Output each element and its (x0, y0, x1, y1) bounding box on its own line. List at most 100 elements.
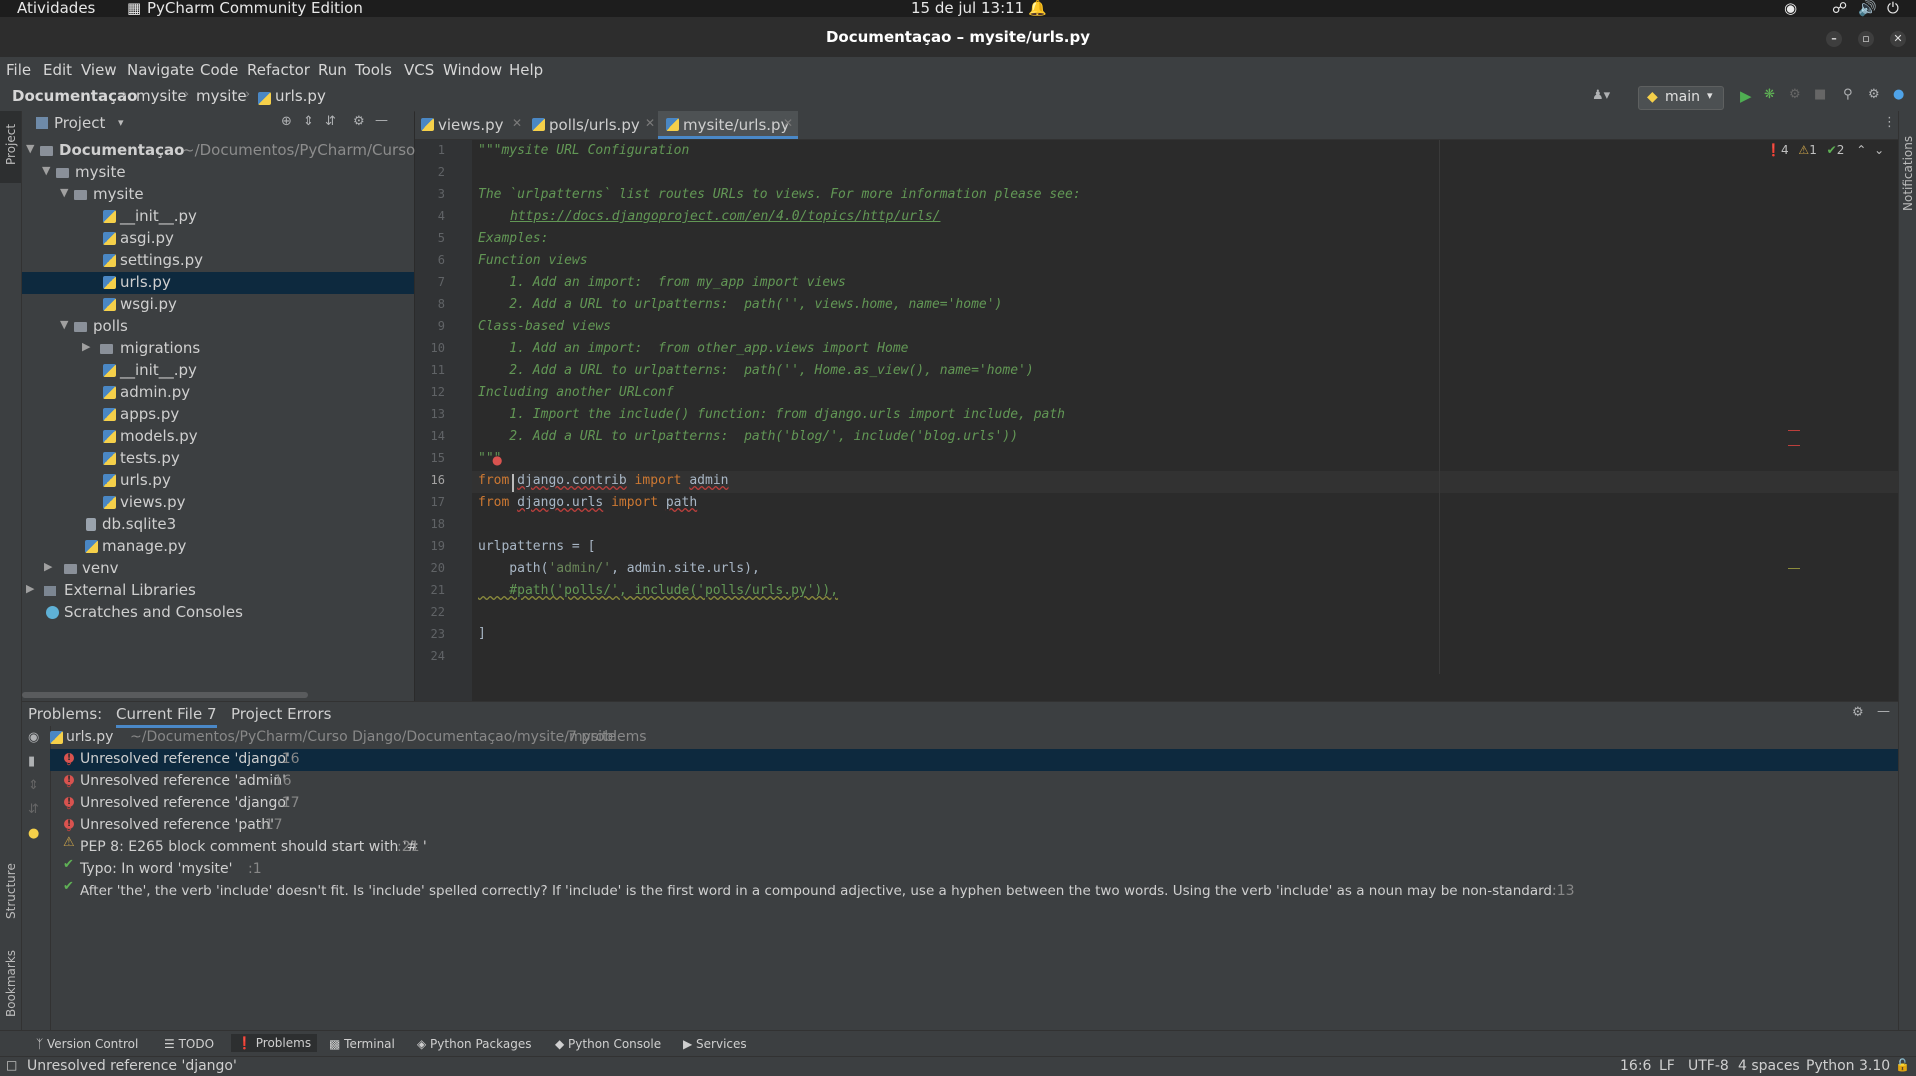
locate-icon[interactable]: ⊕ (281, 114, 292, 129)
tool-version-control[interactable]: ᛉ Version Control (36, 1037, 138, 1051)
tab-views[interactable]: views.py ✕ (421, 111, 522, 138)
chevron-down-icon[interactable]: ⌄ (1874, 143, 1884, 157)
search-icon[interactable]: ⚲ (1843, 87, 1853, 102)
problem-item[interactable]: ! Unresolved reference 'admin' :16 (50, 771, 1898, 793)
warning-stripe[interactable] (1788, 568, 1800, 569)
close-tab-icon[interactable]: ✕ (512, 116, 522, 130)
chevron-right-icon[interactable]: ▶ (82, 340, 90, 353)
tree-item-file[interactable]: settings.py (22, 250, 414, 272)
debug-icon[interactable]: ❋ (1764, 87, 1775, 102)
tool-python-packages[interactable]: ◈ Python Packages (417, 1037, 531, 1051)
error-stripe[interactable] (1788, 445, 1800, 446)
inspection-widget[interactable]: ❗4 ⚠1 ✔2 ⌃ ⌄ (1766, 143, 1884, 157)
close-button[interactable]: ✕ (1890, 31, 1906, 47)
bookmarks-tool-label[interactable]: Bookmarks (4, 950, 18, 1017)
power-icon[interactable]: ⏻ (1887, 0, 1899, 17)
gear-icon[interactable]: ⚙ (353, 114, 365, 129)
tree-item-file[interactable]: admin.py (22, 382, 414, 404)
network-icon[interactable]: ☍ (1832, 0, 1847, 17)
docs-link[interactable]: https://docs.djangoproject.com/en/4.0/to… (510, 209, 940, 224)
caret-position[interactable]: 16:6 (1620, 1058, 1651, 1074)
tree-item-folder[interactable]: ▼ mysite (22, 184, 414, 206)
close-tab-icon[interactable]: ✕ (783, 116, 793, 130)
menu-refactor[interactable]: Refactor (247, 61, 310, 79)
run-configuration-select[interactable]: ◆ main ▾ (1638, 86, 1724, 110)
preview-icon[interactable]: ▮ (28, 754, 35, 769)
hide-icon[interactable]: — (375, 113, 388, 128)
problem-item[interactable]: ✔ After 'the', the verb 'include' doesn'… (50, 880, 1898, 903)
tool-problems[interactable]: ❗ Problems (231, 1034, 318, 1052)
tree-item-folder[interactable]: ▼ mysite (22, 162, 414, 184)
minimize-button[interactable]: – (1826, 31, 1842, 47)
tree-item-file[interactable]: manage.py (22, 536, 414, 558)
error-stripe[interactable] (1788, 430, 1800, 431)
collapse-icon[interactable]: ⇵ (28, 802, 39, 817)
menu-edit[interactable]: Edit (43, 61, 72, 79)
chevron-down-icon[interactable]: ▼ (42, 164, 50, 177)
breadcrumb-file[interactable]: urls.py (275, 87, 326, 105)
lock-icon[interactable]: 🔓 (1895, 1058, 1910, 1072)
discord-icon[interactable]: ◉ (1784, 0, 1797, 17)
volume-icon[interactable]: 🔊 (1858, 0, 1877, 17)
tree-item-file[interactable]: asgi.py (22, 228, 414, 250)
menu-code[interactable]: Code (200, 61, 238, 79)
more-icon[interactable]: ⋮ (1883, 115, 1896, 130)
tab-polls-urls[interactable]: polls/urls.py ✕ (532, 111, 659, 138)
horizontal-scrollbar[interactable] (22, 692, 308, 698)
close-tab-icon[interactable]: ✕ (645, 116, 655, 130)
tree-item-folder[interactable]: ▼ polls (22, 316, 414, 338)
collapse-all-icon[interactable]: ⇵ (325, 114, 336, 129)
chevron-right-icon[interactable]: ▶ (26, 582, 34, 595)
run-icon[interactable]: ▶ (1740, 87, 1752, 105)
problem-item[interactable]: ! Unresolved reference 'django' :16 (50, 749, 1898, 771)
project-view-select[interactable]: Project (54, 114, 105, 132)
breadcrumb-subfolder[interactable]: mysite (196, 87, 247, 105)
tree-item-scratches[interactable]: Scratches and Consoles (22, 602, 414, 624)
app-menu[interactable]: PyCharm Community Edition (147, 0, 363, 17)
menu-run[interactable]: Run (318, 61, 347, 79)
tree-item-file[interactable]: models.py (22, 426, 414, 448)
tree-item-file[interactable]: tests.py (22, 448, 414, 470)
coverage-icon[interactable]: ⚙ (1789, 87, 1801, 102)
status-toggle-icon[interactable]: □ (6, 1058, 17, 1072)
project-tool-label[interactable]: Project (4, 124, 18, 165)
gear-icon[interactable]: ⚙ (1852, 705, 1864, 720)
indent-setting[interactable]: 4 spaces (1738, 1058, 1800, 1074)
clock[interactable]: 15 de jul 13:11 (911, 0, 1024, 17)
eye-icon[interactable]: ◉ (28, 730, 39, 745)
expand-all-icon[interactable]: ⇕ (303, 114, 314, 129)
tree-item-root[interactable]: ▼ Documentaçao ~/Documentos/PyCharm/Curs… (22, 140, 436, 162)
menu-file[interactable]: File (6, 61, 31, 79)
python-interpreter[interactable]: Python 3.10 (1806, 1058, 1890, 1074)
tool-python-console[interactable]: ◆ Python Console (555, 1037, 661, 1051)
breadcrumb-folder[interactable]: mysite (136, 87, 187, 105)
tree-item-file[interactable]: views.py (22, 492, 414, 514)
notifications-tool-label[interactable]: Notifications (1901, 136, 1915, 211)
gear-icon[interactable]: ⚙ (1868, 87, 1880, 102)
error-bulb-icon[interactable]: ● (492, 453, 502, 467)
expand-icon[interactable]: ⇕ (28, 778, 39, 793)
stop-icon[interactable]: ■ (1814, 87, 1826, 102)
chevron-down-icon[interactable]: ▾ (118, 116, 124, 129)
problem-item[interactable]: ! Unresolved reference 'path' :17 (50, 815, 1898, 837)
chevron-right-icon[interactable]: ▶ (44, 560, 52, 573)
activities-button[interactable]: Atividades (17, 0, 95, 17)
tree-item-file[interactable]: urls.py (22, 470, 414, 492)
line-separator[interactable]: LF (1659, 1058, 1675, 1074)
menu-view[interactable]: View (81, 61, 117, 79)
menu-help[interactable]: Help (509, 61, 543, 79)
jetbrains-icon[interactable]: ● (1893, 87, 1904, 102)
tab-current-file[interactable]: Current File 7 (116, 705, 217, 728)
chevron-down-icon[interactable]: ▼ (60, 318, 68, 331)
code-editor[interactable]: """mysite URL Configuration The `urlpatt… (472, 140, 1898, 701)
breadcrumb-project[interactable]: Documentaçao (12, 87, 137, 105)
problem-item[interactable]: ✔ Typo: In word 'mysite' :1 (50, 858, 1898, 881)
tree-item-file[interactable]: apps.py (22, 404, 414, 426)
tool-terminal[interactable]: ▩ Terminal (329, 1037, 395, 1051)
tool-services[interactable]: ▶ Services (683, 1037, 747, 1051)
problem-item[interactable]: ! Unresolved reference 'django' :17 (50, 793, 1898, 815)
tree-item-file-selected[interactable]: urls.py (22, 272, 414, 294)
maximize-button[interactable]: ▫ (1858, 31, 1874, 47)
tree-item-libraries[interactable]: ▶ External Libraries (22, 580, 414, 602)
tree-item-file[interactable]: __init__.py (22, 360, 414, 382)
